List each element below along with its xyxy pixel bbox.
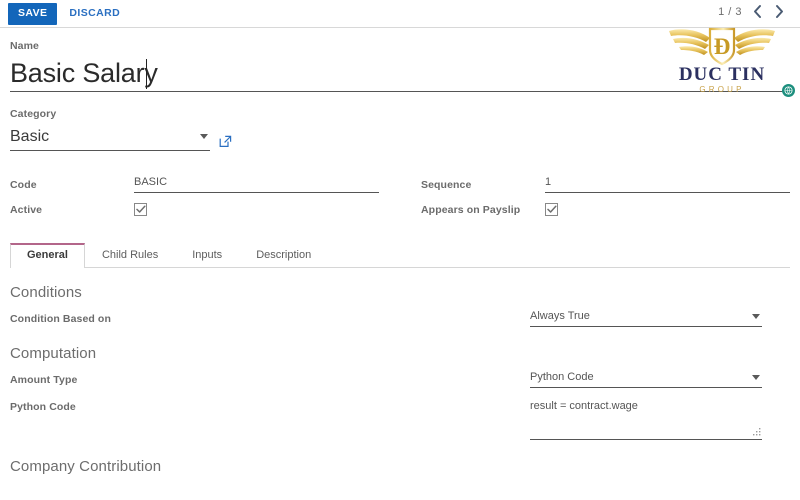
code-input[interactable] xyxy=(134,176,379,189)
python-code-label: Python Code xyxy=(10,401,76,414)
code-label: Code xyxy=(10,178,37,191)
name-field-group: Name xyxy=(10,40,790,92)
discard-button[interactable]: DISCARD xyxy=(57,3,128,25)
python-code-field: result = contract.wage xyxy=(530,398,762,441)
appears-on-payslip-checkbox[interactable] xyxy=(545,203,558,217)
form-sheet: Name Category Basic xyxy=(0,40,800,475)
odoo-form-view: SAVE DISCARD 1 / 3 Đ DUC TIN GROUP Name … xyxy=(0,0,800,500)
record-pager: 1 / 3 xyxy=(718,4,786,19)
category-field-group: Category Basic xyxy=(10,108,790,151)
condition-based-on-select[interactable]: Always True xyxy=(530,310,762,327)
tab-description[interactable]: Description xyxy=(239,243,328,268)
code-field-row: Code xyxy=(10,173,379,197)
python-code-value: result = contract.wage xyxy=(530,400,638,413)
pager-previous-button[interactable] xyxy=(751,4,764,19)
chevron-left-icon xyxy=(752,4,763,19)
condition-based-on-value: Always True xyxy=(530,309,590,322)
language-badge[interactable] xyxy=(782,84,795,97)
sequence-label: Sequence xyxy=(421,178,472,191)
external-link-icon xyxy=(219,135,232,148)
appears-on-payslip-label: Appears on Payslip xyxy=(421,203,521,216)
active-checkbox[interactable] xyxy=(134,203,147,217)
sequence-field-row: Sequence xyxy=(421,173,790,197)
category-label: Category xyxy=(10,107,57,120)
notebook-tabs: General Child Rules Inputs Description xyxy=(10,241,790,268)
name-input-wrapper[interactable] xyxy=(10,58,790,92)
chevron-down-icon[interactable] xyxy=(200,134,208,140)
sequence-input[interactable] xyxy=(545,176,790,189)
category-select[interactable]: Basic xyxy=(10,127,210,151)
category-value: Basic xyxy=(10,127,50,145)
appears-on-payslip-field-row: Appears on Payslip xyxy=(421,197,790,223)
pager-next-button[interactable] xyxy=(773,4,786,19)
tab-general[interactable]: General xyxy=(10,242,85,268)
chevron-down-icon[interactable] xyxy=(752,313,760,319)
amount-type-select[interactable]: Python Code xyxy=(530,370,762,389)
amount-type-label: Amount Type xyxy=(10,373,78,386)
name-label: Name xyxy=(10,40,39,52)
chevron-right-icon xyxy=(774,4,785,19)
pager-count: 1 / 3 xyxy=(718,5,742,18)
amount-type-field: Python Code xyxy=(530,370,762,389)
condition-based-on-row: Condition Based on Always True xyxy=(10,310,790,327)
resize-handle-icon[interactable] xyxy=(753,428,761,436)
conditions-section-title: Conditions xyxy=(10,283,82,301)
globe-icon xyxy=(784,86,793,95)
control-panel: SAVE DISCARD 1 / 3 xyxy=(0,0,800,28)
chevron-down-icon[interactable] xyxy=(752,375,760,381)
active-label: Active xyxy=(10,203,43,216)
amount-type-value: Python Code xyxy=(530,370,594,383)
python-code-textarea[interactable]: result = contract.wage xyxy=(530,398,762,441)
amount-type-row: Amount Type Python Code xyxy=(10,370,790,389)
name-input[interactable] xyxy=(10,58,790,89)
category-row: Basic xyxy=(10,127,790,151)
save-button[interactable]: SAVE xyxy=(8,3,58,25)
checkmark-icon xyxy=(546,205,557,214)
python-code-row: Python Code result = contract.wage xyxy=(10,398,790,441)
condition-based-on-field: Always True xyxy=(530,310,762,327)
general-tab-page: Conditions Condition Based on Always Tru… xyxy=(10,268,790,475)
company-contribution-section-title: Company Contribution xyxy=(10,458,162,476)
condition-based-on-label: Condition Based on xyxy=(10,312,111,325)
text-cursor xyxy=(146,59,147,89)
active-field-row: Active xyxy=(10,197,379,223)
code-field[interactable] xyxy=(134,176,379,194)
computation-section-title: Computation xyxy=(10,344,97,362)
tab-child-rules[interactable]: Child Rules xyxy=(85,243,175,268)
checkmark-icon xyxy=(135,205,146,214)
field-grid: Code Sequence Active xyxy=(10,173,790,223)
sequence-field[interactable] xyxy=(545,176,790,194)
category-external-link-button[interactable] xyxy=(219,135,232,151)
tab-inputs[interactable]: Inputs xyxy=(175,243,239,268)
